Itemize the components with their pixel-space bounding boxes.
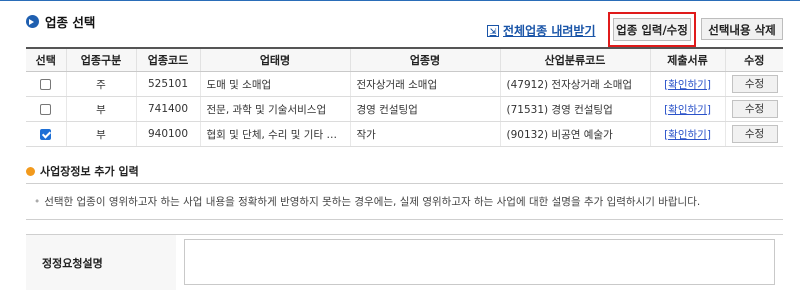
cell-code: 741400	[136, 96, 201, 122]
section-header: 업종 선택	[26, 11, 95, 31]
header-type: 업종구분	[66, 48, 137, 72]
confirm-doc-link[interactable]: [확인하기]	[664, 104, 711, 116]
delete-selection-button[interactable]: 선택내용 삭제	[701, 18, 783, 40]
highlight-box: 업종 입력/수정	[608, 12, 696, 47]
extra-info-header: 사업장정보 추가 입력	[26, 163, 139, 179]
table-row: 부 940100 협회 및 단체, 수리 및 기타 … 작가 (90132) 비…	[26, 121, 783, 147]
industry-table: 선택 업종구분 업종코드 업태명 업종명 산업분류코드 제출서류 수정 주 52…	[26, 47, 783, 147]
correction-request-textarea[interactable]	[184, 239, 775, 285]
table-row: 주 525101 도매 및 소매업 전자상거래 소매업 (47912) 전자상거…	[26, 71, 783, 97]
correction-request-row: 정정요청설명	[26, 234, 783, 290]
cell-business: 전문, 과학 및 기술서비스업	[200, 96, 351, 122]
download-icon: ⇲	[487, 24, 499, 37]
edit-row-button[interactable]: 수정	[731, 100, 778, 118]
cell-industry: 작가	[350, 121, 501, 147]
download-all-link[interactable]: ⇲ 전체업종 내려받기	[487, 22, 596, 39]
top-border	[0, 0, 800, 1]
download-all-label: 전체업종 내려받기	[503, 24, 596, 38]
cell-type: 부	[66, 96, 137, 122]
row-checkbox[interactable]	[40, 78, 52, 90]
cell-code: 940100	[136, 121, 201, 147]
cell-class-code: (47912) 전자상거래 소매업	[500, 71, 651, 97]
orange-dot-icon	[26, 166, 35, 176]
cell-business: 협회 및 단체, 수리 및 기타 …	[200, 121, 351, 147]
correction-request-field-wrap	[176, 235, 783, 290]
notice-text: • 선택한 업종이 영위하고자 하는 사업 내용을 정확하게 반영하지 못하는 경…	[26, 194, 700, 209]
cell-type: 주	[66, 71, 137, 97]
header-select: 선택	[26, 48, 67, 72]
confirm-doc-link[interactable]: [확인하기]	[664, 129, 711, 141]
notice-message: 선택한 업종이 영위하고자 하는 사업 내용을 정확하게 반영하지 못하는 경우…	[44, 196, 701, 208]
row-checkbox[interactable]	[40, 103, 52, 115]
cell-industry: 경영 컨설팅업	[350, 96, 501, 122]
cell-class-code: (71531) 경영 컨설팅업	[500, 96, 651, 122]
edit-row-button[interactable]: 수정	[731, 75, 778, 93]
cell-business: 도매 및 소매업	[200, 71, 351, 97]
input-edit-button[interactable]: 업종 입력/수정	[613, 18, 691, 41]
header-business: 업태명	[200, 48, 351, 72]
header-documents: 제출서류	[650, 48, 726, 72]
correction-request-label: 정정요청설명	[26, 235, 176, 290]
row-checkbox[interactable]	[40, 128, 52, 140]
table-row: 부 741400 전문, 과학 및 기술서비스업 경영 컨설팅업 (71531)…	[26, 96, 783, 122]
extra-info-title: 사업장정보 추가 입력	[40, 165, 139, 178]
cell-type: 부	[66, 121, 137, 147]
header-edit: 수정	[725, 48, 783, 72]
header-class-code: 산업분류코드	[500, 48, 651, 72]
section-title: 업종 선택	[45, 14, 96, 30]
header-code: 업종코드	[136, 48, 201, 72]
confirm-doc-link[interactable]: [확인하기]	[664, 79, 711, 91]
cell-industry: 전자상거래 소매업	[350, 71, 501, 97]
bullet-dot-icon: •	[34, 196, 41, 208]
cell-code: 525101	[136, 71, 201, 97]
table-header-row: 선택 업종구분 업종코드 업태명 업종명 산업분류코드 제출서류 수정	[26, 48, 783, 72]
cell-class-code: (90132) 비공연 예술가	[500, 121, 651, 147]
arrow-circle-icon	[26, 14, 39, 28]
edit-row-button[interactable]: 수정	[731, 125, 778, 143]
notice-box: • 선택한 업종이 영위하고자 하는 사업 내용을 정확하게 반영하지 못하는 경…	[26, 183, 783, 220]
header-industry: 업종명	[350, 48, 501, 72]
